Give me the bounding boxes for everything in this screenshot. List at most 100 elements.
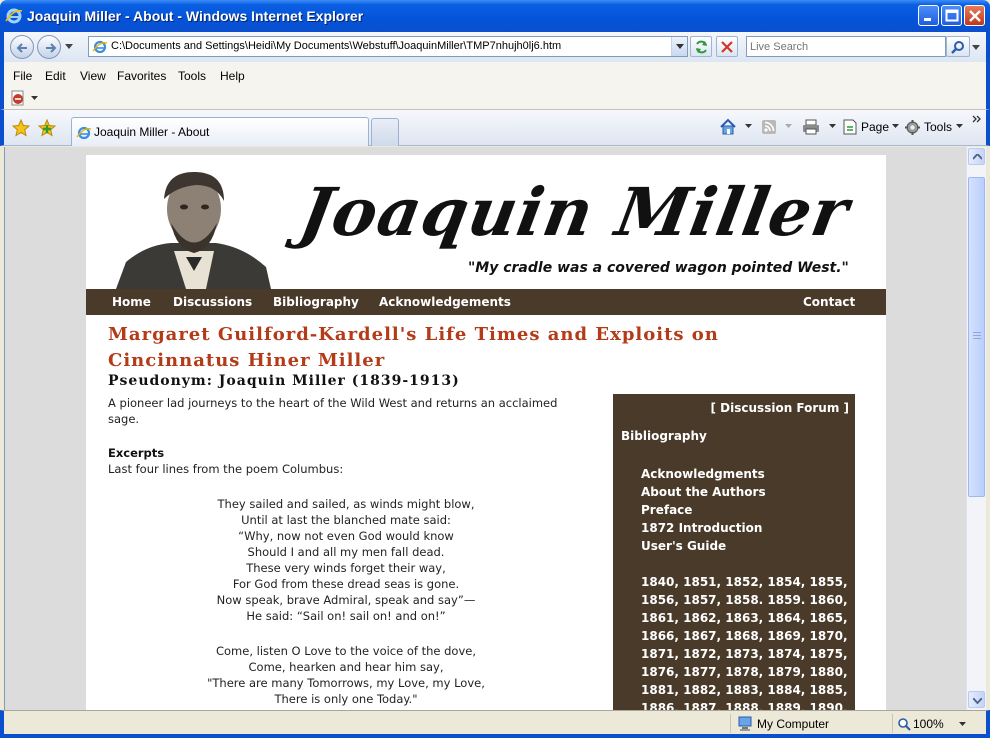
scroll-grip [973, 335, 981, 336]
sidebar-link-users-guide[interactable]: User's Guide [641, 537, 766, 555]
nav-home[interactable]: Home [112, 295, 151, 309]
poem-line: For God from these dread seas is gone. [232, 577, 460, 591]
search-options-dropdown-icon[interactable] [972, 45, 980, 51]
scroll-grip [973, 338, 981, 339]
zoom-control[interactable]: 100% [892, 714, 974, 733]
stop-button[interactable] [716, 36, 738, 57]
back-arrow-icon [16, 43, 27, 53]
web-page: Joaquin Miller "My cradle was a covered … [86, 155, 886, 710]
years-line[interactable]: 1886, 1887, 1888, 1889, 1890, [641, 699, 851, 710]
status-bar: My Computer 100% [0, 710, 990, 738]
years-line[interactable]: 1861, 1862, 1863, 1864, 1865, [641, 609, 851, 627]
address-dropdown-button[interactable] [671, 37, 687, 56]
sidebar-bibliography-link[interactable]: Bibliography [621, 429, 707, 443]
years-line[interactable]: 1840, 1851, 1852, 1854, 1855, [641, 573, 851, 591]
minimize-button[interactable] [918, 5, 939, 26]
tab-joaquin-miller-about[interactable]: Joaquin Miller - About [71, 117, 369, 146]
zone-label: My Computer [757, 717, 830, 731]
pdf-dropdown-icon[interactable] [31, 96, 38, 101]
nav-discussions[interactable]: Discussions [173, 295, 252, 309]
computer-icon [738, 716, 752, 731]
close-icon [969, 10, 981, 22]
page-dropdown-icon[interactable] [892, 124, 899, 129]
zone-indicator: My Computer [730, 714, 890, 733]
feeds-dropdown-icon[interactable] [785, 124, 792, 129]
print-icon[interactable] [802, 119, 820, 135]
site-title: Joaquin Miller [294, 173, 856, 251]
years-line[interactable]: 1881, 1882, 1883, 1884, 1885, [641, 681, 851, 699]
zoom-dropdown-icon [959, 722, 966, 726]
sidebar-link-acknowledgments[interactable]: Acknowledgments [641, 465, 766, 483]
sidebar-links: Acknowledgments About the Authors Prefac… [641, 465, 766, 555]
tools-menu-button[interactable]: Tools [924, 120, 952, 134]
search-input[interactable] [747, 37, 937, 56]
nav-bibliography[interactable]: Bibliography [273, 295, 359, 309]
page-menu-icon [843, 119, 857, 135]
menu-file[interactable]: File [13, 69, 32, 83]
tools-dropdown-icon[interactable] [956, 124, 963, 129]
poem-line: He said: “Sail on! sail on! and on!” [246, 609, 446, 623]
close-button[interactable] [964, 5, 985, 26]
back-button[interactable] [10, 35, 34, 59]
refresh-icon [696, 40, 707, 54]
zoom-level: 100% [913, 717, 944, 731]
sidebar-panel: [ Discussion Forum ] Bibliography Acknow… [613, 394, 855, 710]
search-box[interactable] [746, 36, 946, 57]
author-portrait-image [116, 167, 271, 289]
minimize-icon [924, 18, 931, 21]
menu-view[interactable]: View [80, 69, 106, 83]
pdf-convert-icon[interactable] [10, 90, 28, 107]
address-toolbar: C:\Documents and Settings\Heidi\My Docum… [0, 32, 990, 62]
sidebar-link-1872-introduction[interactable]: 1872 Introduction [641, 519, 766, 537]
site-header: Joaquin Miller "My cradle was a covered … [86, 155, 886, 289]
ie-logo-icon [5, 8, 23, 24]
address-url: C:\Documents and Settings\Heidi\My Docum… [111, 40, 562, 52]
menu-edit[interactable]: Edit [45, 69, 66, 83]
new-tab-button[interactable] [371, 118, 399, 146]
address-bar[interactable]: C:\Documents and Settings\Heidi\My Docum… [88, 36, 688, 57]
add-favorite-icon[interactable] [38, 119, 56, 137]
menu-bar: File Edit View Favorites Tools Help [0, 62, 990, 88]
years-line[interactable]: 1876, 1877, 1878, 1879, 1880, [641, 663, 851, 681]
feeds-icon[interactable] [761, 119, 777, 135]
menu-help[interactable]: Help [220, 69, 245, 83]
menu-tools[interactable]: Tools [178, 69, 206, 83]
scroll-down-button[interactable] [968, 691, 985, 708]
poem-line: These very winds forget their way, [246, 561, 446, 575]
page-title: Margaret Guilford-Kardell's Life Times a… [108, 324, 719, 371]
sidebar-link-about-authors[interactable]: About the Authors [641, 483, 766, 501]
refresh-button[interactable] [690, 36, 712, 57]
home-icon[interactable] [719, 118, 737, 136]
maximize-button[interactable] [941, 5, 962, 26]
print-dropdown-icon[interactable] [829, 124, 836, 129]
ie-page-icon [76, 126, 92, 140]
years-line[interactable]: 1866, 1867, 1868, 1869, 1870, [641, 627, 851, 645]
scroll-up-button[interactable] [968, 148, 985, 165]
years-line[interactable]: 1871, 1872, 1873, 1874, 1875, [641, 645, 851, 663]
forward-arrow-icon [46, 43, 57, 53]
home-dropdown-icon[interactable] [745, 124, 752, 129]
nav-acknowledgements[interactable]: Acknowledgements [379, 295, 511, 309]
poem-line: Should I and all my men fall dead. [247, 545, 445, 559]
scroll-thumb[interactable] [968, 177, 985, 497]
sidebar-link-preface[interactable]: Preface [641, 501, 766, 519]
years-line[interactable]: 1856, 1857, 1858. 1859. 1860, [641, 591, 851, 609]
chevron-more-icon[interactable] [972, 115, 982, 123]
excerpts-description: Last four lines from the poem Columbus: [108, 462, 344, 476]
page-menu-button[interactable]: Page [861, 120, 889, 134]
site-tagline: "My cradle was a covered wagon pointed W… [468, 260, 849, 276]
search-button[interactable] [946, 36, 970, 57]
title-bar: Joaquin Miller - About - Windows Interne… [0, 0, 990, 32]
stop-icon [721, 41, 733, 53]
history-dropdown-icon[interactable] [65, 44, 73, 50]
tab-bar: Joaquin Miller - About Page Tools [0, 110, 990, 146]
favorites-center-star-icon[interactable] [12, 119, 30, 137]
discussion-forum-link[interactable]: [ Discussion Forum ] [711, 401, 849, 415]
nav-contact[interactable]: Contact [803, 295, 855, 309]
poem-columbus: They sailed and sailed, as winds might b… [146, 496, 546, 624]
menu-favorites[interactable]: Favorites [117, 69, 166, 83]
chevron-down-icon [676, 44, 684, 49]
vertical-scrollbar[interactable] [966, 147, 986, 710]
forward-button[interactable] [37, 35, 61, 59]
page-viewport: Joaquin Miller "My cradle was a covered … [4, 147, 966, 710]
